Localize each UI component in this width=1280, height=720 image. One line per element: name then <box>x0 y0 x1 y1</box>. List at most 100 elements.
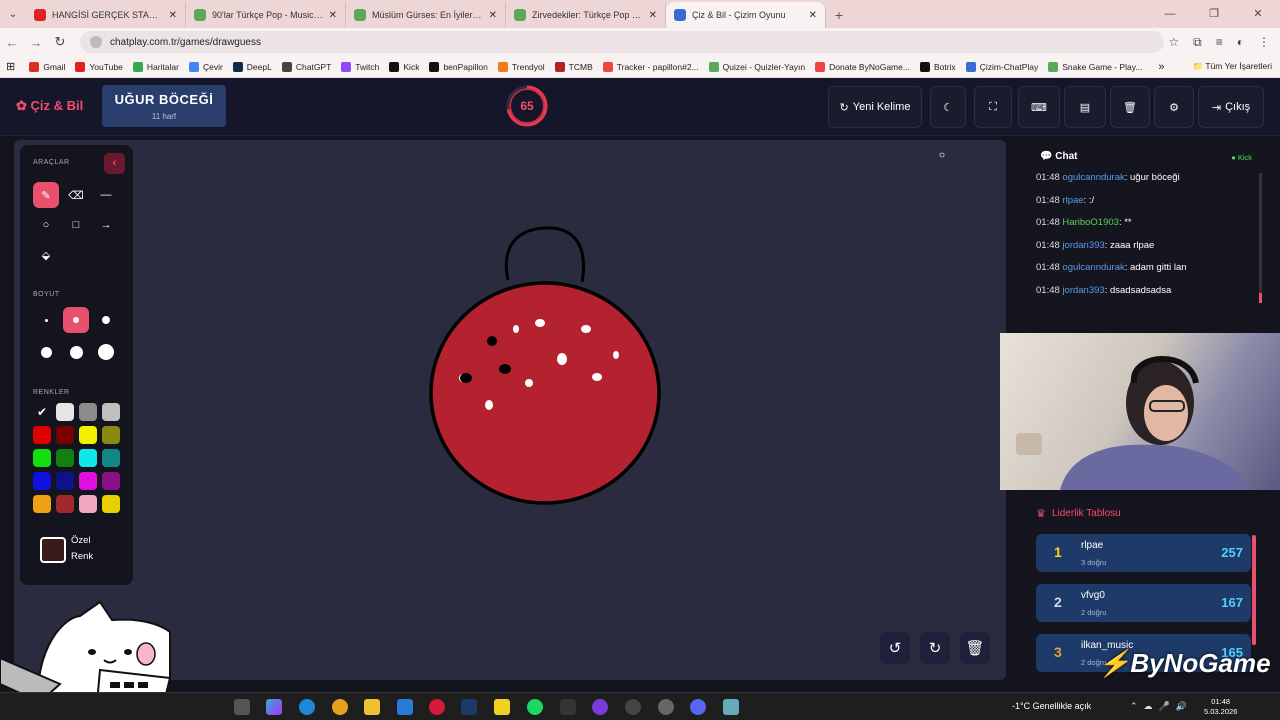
task-view-icon[interactable] <box>234 699 250 715</box>
color-swatch[interactable] <box>33 495 51 513</box>
arrow-tool-button[interactable]: → <box>93 212 119 238</box>
undo-button[interactable]: ↺ <box>880 632 910 664</box>
close-window-button[interactable]: ✕ <box>1236 0 1280 28</box>
app-icon[interactable] <box>723 699 739 715</box>
archive-button[interactable]: ▤ <box>1064 86 1106 128</box>
clear-button[interactable]: 🗑 <box>1110 86 1150 128</box>
bookmark-item[interactable]: Çizim-ChatPlay <box>965 61 1038 72</box>
apps-grid-icon[interactable]: ⊞ <box>6 60 15 73</box>
chrome-icon[interactable] <box>332 699 348 715</box>
close-tab-icon[interactable]: ✕ <box>169 10 177 21</box>
close-tab-icon[interactable]: ✕ <box>329 10 337 21</box>
new-tab-button[interactable]: + <box>826 2 852 28</box>
browser-tab[interactable]: Müslüm Gürses: En İyileri - Mu... ✕ <box>346 2 506 28</box>
size-5-button[interactable] <box>63 339 89 365</box>
bookmark-item[interactable]: ChatGPT <box>281 61 331 72</box>
size-3-button[interactable] <box>93 307 119 333</box>
browser-tab[interactable]: Çiz & Bil - Çizim Oyunu ✕ <box>666 2 826 28</box>
bookmark-item[interactable]: DeepL <box>232 61 272 72</box>
bookmark-item[interactable]: YouTube <box>75 61 123 72</box>
weather-widget[interactable]: -1°C Genellikle açık <box>1012 701 1091 711</box>
bookmark-item[interactable]: Twitch <box>341 61 379 72</box>
maximize-button[interactable]: ❐ <box>1192 0 1236 28</box>
keyboard-button[interactable]: ⌨ <box>1018 86 1060 128</box>
reload-button[interactable]: ↻ <box>48 34 72 50</box>
brush-tool-button[interactable]: ✎ <box>33 182 59 208</box>
new-word-button[interactable]: ↻ Yeni Kelime <box>828 86 922 128</box>
media-icon[interactable]: ≡ <box>1216 35 1223 49</box>
clock[interactable]: 01:48 5.03.2026 <box>1204 697 1237 717</box>
color-swatch[interactable] <box>79 472 97 490</box>
minimize-button[interactable]: — <box>1148 0 1192 28</box>
discord-icon[interactable] <box>690 699 706 715</box>
custom-color-swatch[interactable] <box>40 537 66 563</box>
bookmarks-more-button[interactable]: » <box>1158 61 1164 73</box>
browser-tab[interactable]: Zirvedekiler: Türkçe Pop - Mus... ✕ <box>506 2 666 28</box>
menu-icon[interactable]: ⋮ <box>1258 35 1270 49</box>
system-tray[interactable]: ⌃☁🎤🔊 <box>1130 701 1193 712</box>
color-swatch[interactable] <box>33 472 51 490</box>
tab-search-button[interactable]: ⌄ <box>0 0 26 28</box>
fullscreen-button[interactable]: ⛶ <box>974 86 1012 128</box>
rectangle-tool-button[interactable]: □ <box>63 212 89 238</box>
exit-button[interactable]: ⇥ Çıkış <box>1198 86 1264 128</box>
line-tool-button[interactable]: — <box>93 182 119 208</box>
steam-icon[interactable] <box>461 699 477 715</box>
edge-icon[interactable] <box>299 699 315 715</box>
color-swatch[interactable] <box>56 472 74 490</box>
close-tab-icon[interactable]: ✕ <box>809 10 817 21</box>
theme-toggle-button[interactable]: ☾ <box>930 86 966 128</box>
close-tab-icon[interactable]: ✕ <box>489 10 497 21</box>
bookmark-item[interactable]: Haritalar <box>132 61 179 72</box>
color-swatch[interactable] <box>102 426 120 444</box>
color-swatch[interactable] <box>79 403 97 421</box>
bookmark-item[interactable]: Trendyol <box>497 61 545 72</box>
browser-tab[interactable]: HANGİSİ GERÇEK STAND-UP KI... ✕ <box>26 2 186 28</box>
color-swatch[interactable] <box>102 495 120 513</box>
bookmark-item[interactable]: TCMB <box>554 61 593 72</box>
obs-icon[interactable] <box>625 699 641 715</box>
message-user[interactable]: ogulcanndurak <box>1062 262 1124 273</box>
copilot-icon[interactable] <box>266 699 282 715</box>
chat-scrollbar[interactable] <box>1259 173 1262 303</box>
back-button[interactable]: ← <box>0 35 24 50</box>
spotify-icon[interactable] <box>527 699 543 715</box>
size-4-button[interactable] <box>33 339 59 365</box>
color-swatch[interactable] <box>79 495 97 513</box>
all-bookmarks-link[interactable]: 📁 Tüm Yer İşaretleri <box>1193 61 1272 72</box>
size-1-button[interactable] <box>33 307 59 333</box>
forward-button[interactable]: → <box>24 35 48 50</box>
color-swatch[interactable] <box>79 449 97 467</box>
color-swatch[interactable] <box>79 426 97 444</box>
color-swatch[interactable] <box>56 426 74 444</box>
bookmark-item[interactable]: Tracker - papillon#2... <box>602 61 699 72</box>
eraser-tool-button[interactable]: ⌫ <box>63 182 89 208</box>
leaderboard-scrollbar[interactable] <box>1252 535 1256 645</box>
bookmark-item[interactable]: Kick <box>389 61 419 72</box>
extensions-icon[interactable]: ⧉ <box>1193 35 1202 50</box>
profile-icon[interactable]: ◐ <box>1237 35 1244 49</box>
redo-button[interactable]: ↻ <box>920 632 950 664</box>
bookmark-item[interactable]: Donate ByNoGame... <box>815 61 910 72</box>
app-icon[interactable] <box>560 699 576 715</box>
message-user[interactable]: jordan393 <box>1062 285 1104 296</box>
fill-tool-button[interactable]: ⬙ <box>33 242 59 268</box>
color-swatch[interactable] <box>102 403 120 421</box>
color-swatch[interactable] <box>33 449 51 467</box>
app-icon[interactable] <box>592 699 608 715</box>
store-icon[interactable] <box>397 699 413 715</box>
color-swatch[interactable] <box>102 472 120 490</box>
bookmark-item[interactable]: Botrix <box>919 61 956 72</box>
bookmark-item[interactable]: benPapillon <box>429 61 488 72</box>
bookmark-item[interactable]: Çevir <box>188 61 223 72</box>
collapse-tools-button[interactable]: ‹ <box>104 153 125 174</box>
browser-tab[interactable]: 90'lar Türkçe Pop - Music Quiz ✕ <box>186 2 346 28</box>
message-user[interactable]: ogulcanndurak <box>1062 172 1124 183</box>
bookmark-item[interactable]: Quizei - Quizler-Yayın <box>708 61 805 72</box>
clear-canvas-button[interactable]: 🗑 <box>960 632 990 664</box>
bookmark-star-icon[interactable]: ☆ <box>1168 35 1179 49</box>
site-info-icon[interactable] <box>90 36 102 48</box>
color-swatch[interactable] <box>33 426 51 444</box>
color-swatch[interactable]: ✔ <box>33 403 51 421</box>
bookmark-item[interactable]: Gmail <box>29 61 65 72</box>
